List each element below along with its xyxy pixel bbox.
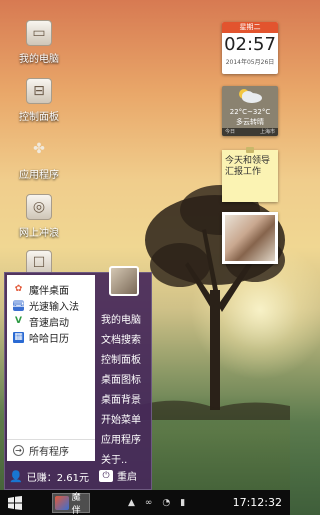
all-programs-label: 所有程序 (29, 447, 69, 458)
link-control-panel[interactable]: 控制面板 (101, 351, 149, 371)
tray-expand-icon[interactable]: ▲ (128, 498, 135, 508)
link-apps[interactable]: 应用程序 (101, 431, 149, 451)
sticky-note-widget[interactable]: 今天和领导汇报工作 (222, 147, 278, 202)
start-button[interactable] (0, 490, 30, 515)
v-icon: V (15, 316, 22, 326)
weekday-label: 星期二 (222, 22, 278, 33)
wifi-icon[interactable]: ◔ (162, 498, 170, 508)
weather-city-label: 上海市 (259, 129, 275, 135)
weather-today-label: 今日 (225, 129, 236, 135)
weather-temp: 22°C~32°C (229, 108, 271, 116)
taskbar-app-label: 魔伴 (71, 492, 81, 515)
power-icon: ⏻ (99, 469, 113, 482)
link-doc-search[interactable]: 文档搜索 (101, 331, 149, 351)
mobang-icon: ✿ (14, 284, 23, 294)
photo-widget[interactable] (222, 212, 278, 264)
arrow-right-icon: → (13, 445, 24, 456)
taskbar-clock[interactable]: 17:12:32 (233, 490, 282, 515)
start-menu-links: 我的电脑 文档搜索 控制面板 桌面图标 桌面背景 开始菜单 应用程序 关于.. (101, 311, 149, 471)
start-app-launcher[interactable]: V 音速启动 (7, 313, 95, 329)
calendar-icon: ▦ (13, 331, 24, 343)
link-my-computer[interactable]: 我的电脑 (101, 311, 149, 331)
desktop-icon-apps[interactable]: ✤ 应用程序 (8, 136, 70, 181)
tree-silhouette (140, 185, 290, 420)
start-menu-footer: 👤 已赚：2.61元 ⏻ 重启 (5, 463, 153, 489)
weather-widget[interactable]: 22°C~32°C 多云转晴 今日 上海市 (222, 86, 278, 136)
link-desktop-background[interactable]: 桌面背景 (101, 391, 149, 411)
start-app-label: 光速输入法 (29, 301, 79, 313)
taskbar: 魔伴 ▲ ∞ ◔ ▮ 17:12:32 (0, 490, 290, 515)
computer-icon: ▭ (26, 20, 52, 46)
start-app-label: 音速启动 (29, 317, 69, 329)
earnings-text: 已赚：2.61元 (26, 472, 89, 484)
desktop-icon-browser[interactable]: ◎ 网上冲浪 (8, 194, 70, 239)
apps-icon: ✤ (33, 141, 45, 157)
cloud-sun-icon (239, 89, 262, 103)
weather-condition: 多云转晴 (236, 118, 264, 126)
desktop-icon-label: 控制面板 (19, 112, 59, 123)
mobang-icon (55, 495, 69, 510)
control-panel-icon: ⊟ (26, 78, 52, 104)
start-menu-app-list: ✿ 魔伴桌面 ⌨ 光速输入法 V 音速启动 ▦ 哈哈日历 → 所有程序 (7, 275, 95, 461)
clock-widget-time: 02:57 (224, 34, 276, 55)
photo-image (225, 215, 275, 261)
browser-icon: ◎ (26, 194, 52, 220)
all-programs-button[interactable]: → 所有程序 (7, 439, 95, 461)
clock-widget-date: 2014年05月26日 (225, 59, 275, 66)
restart-label: 重启 (117, 472, 137, 483)
desktop-icon-my-computer[interactable]: ▭ 我的电脑 (8, 20, 70, 65)
clock-widget[interactable]: 星期二 02:57 2014年05月26日 (222, 22, 278, 74)
pin-icon (246, 147, 254, 153)
restart-button[interactable]: ⏻ 重启 (99, 468, 137, 483)
infinity-icon[interactable]: ∞ (145, 498, 153, 508)
desktop-icon-label: 我的电脑 (19, 54, 59, 65)
windows-logo-icon (8, 495, 22, 510)
start-app-label: 哈哈日历 (29, 333, 69, 345)
battery-icon[interactable]: ▮ (180, 498, 185, 508)
start-app-input-method[interactable]: ⌨ 光速输入法 (7, 297, 95, 313)
desktop-icon-control-panel[interactable]: ⊟ 控制面板 (8, 78, 70, 123)
system-tray: ▲ ∞ ◔ ▮ (128, 490, 195, 515)
taskbar-app-mobang[interactable]: 魔伴 (52, 492, 90, 515)
desktop-icon-label: 网上冲浪 (19, 228, 59, 239)
link-desktop-icons[interactable]: 桌面图标 (101, 371, 149, 391)
keyboard-icon: ⌨ (12, 299, 25, 311)
link-start-menu[interactable]: 开始菜单 (101, 411, 149, 431)
note-text: 今天和领导汇报工作 (225, 156, 271, 177)
start-app-label: 魔伴桌面 (29, 285, 69, 297)
desktop-icon-label: 应用程序 (19, 170, 59, 181)
person-icon: 👤 (9, 469, 23, 483)
weather-footer: 今日 上海市 (222, 128, 278, 136)
start-app-mobang[interactable]: ✿ 魔伴桌面 (7, 281, 95, 297)
avatar[interactable] (109, 266, 139, 296)
start-app-calendar[interactable]: ▦ 哈哈日历 (7, 329, 95, 345)
start-menu: ✿ 魔伴桌面 ⌨ 光速输入法 V 音速启动 ▦ 哈哈日历 → 所有程序 我的电脑… (4, 266, 153, 490)
